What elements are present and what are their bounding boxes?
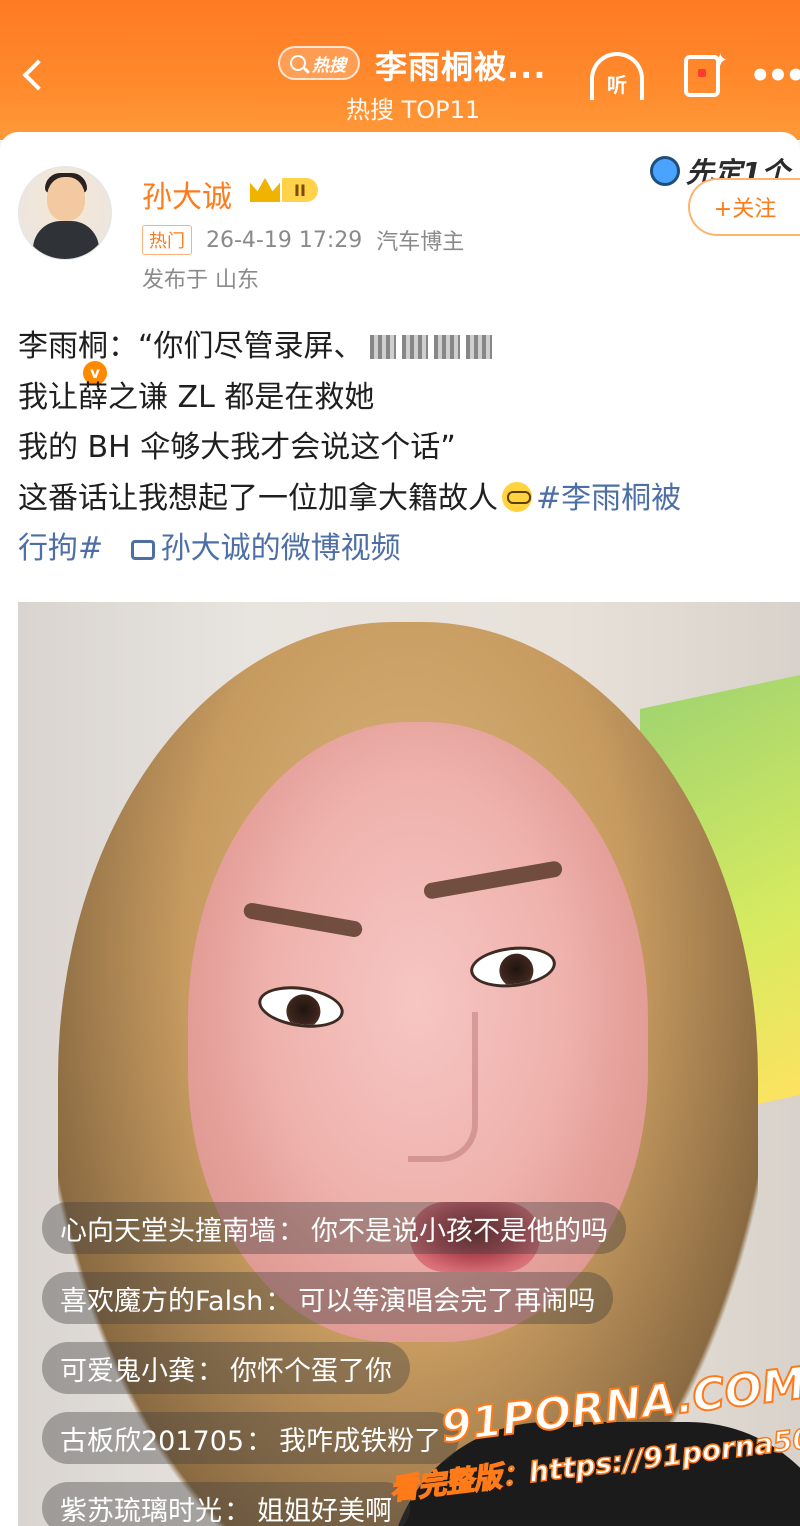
author-name[interactable]: 孙大诚 [142,172,232,216]
sparkle-icon: ✦ [712,50,728,71]
video-nose [408,1012,478,1162]
post-line-5: 行拘# 孙大诚的微博视频 [18,524,788,575]
level-badge: II [250,176,328,204]
live-comment: 喜欢魔方的Falsh：可以等演唱会完了再闹吗 [42,1272,614,1324]
comment-text: 可以等演唱会完了再闹吗 [298,1285,596,1317]
post-text: 李雨桐：“你们尽管录屏、 我让薛之谦 ZL 都是在救她 我的 BH 伞够大我才会… [18,322,788,575]
comment-colon: ： [278,1215,305,1247]
post-line-4: 这番话让我想起了一位加拿大籍故人 #李雨桐被 [18,480,682,516]
more-button[interactable]: ••• [749,48,800,104]
comment-text: 我咋成铁粉了 [279,1425,442,1457]
live-comment: 心向天堂头撞南墙：你不是说小孩不是他的吗 [42,1202,626,1254]
chevron-left-icon [22,59,54,91]
search-icon [290,55,306,71]
page-subtitle: 热搜 TOP11 [346,96,481,124]
post-time: 26-4-19 17:29 [206,227,363,253]
page-title: 李雨桐被... [375,48,547,86]
comment-text: 你不是说小孩不是他的吗 [311,1215,608,1247]
live-comment: 古板欣201705：我咋成铁粉了 [42,1412,460,1464]
post-location: 发布于 山东 [142,268,259,293]
listen-button[interactable]: 听 [586,48,648,104]
dumbbell-icon [650,156,680,186]
top-bar: 热搜 李雨桐被... 热搜 TOP11 听 ✦ ••• [0,0,800,140]
crown-icon [250,178,280,202]
comment-user: 喜欢魔方的Falsh [60,1285,264,1317]
post-meta: 热门 26-4-19 17:29 汽车博主 [142,224,464,256]
avatar[interactable] [18,166,112,260]
hashtag-link[interactable]: #李雨桐被 [536,481,681,516]
more-dots-icon: ••• [749,56,800,96]
hot-search-pill: 热搜 [278,46,360,80]
post-line-2: 我让薛之谦 ZL 都是在救她 [18,379,375,415]
comment-colon: ： [265,1285,293,1317]
mosaic-icon [433,335,460,359]
comment-user: 古板欣201705 [60,1425,245,1457]
video-link-label: 孙大诚的微博视频 [160,531,401,566]
hot-search-pill-label: 热搜 [312,55,346,76]
video-icon [130,540,155,560]
follow-button[interactable]: +关注 [688,178,800,236]
mosaic-icon [369,335,396,359]
back-button[interactable] [12,50,56,100]
comment-colon: ： [246,1425,274,1457]
mosaic-icon [401,335,428,359]
avatar-face [47,177,85,221]
gift-button[interactable]: ✦ [672,48,732,104]
comment-colon: ： [224,1495,251,1526]
hot-tag: 热门 [142,225,192,255]
author-category: 汽车博主 [376,230,465,255]
post-card: v 孙大诚 II 热门 26-4-19 17:29 汽车博主 发布于 山东 先定… [0,132,800,1526]
video-link[interactable]: 孙大诚的微博视频 [130,531,401,566]
comment-user: 可爱鬼小龚 [60,1355,195,1387]
post-line-3: 我的 BH 伞够大我才会说这个话” [18,430,456,465]
live-comment: 可爱鬼小龚：你怀个蛋了你 [42,1342,410,1394]
live-comment: 紫苏琉璃时光：姐姐好美啊 [42,1482,410,1526]
mosaic-icon [465,335,492,359]
emoji-icon [502,481,532,512]
comment-user: 紫苏琉璃时光 [60,1495,222,1526]
comment-colon: ： [197,1355,224,1387]
comment-text: 姐姐好美啊 [257,1495,392,1526]
comment-user: 心向天堂头撞南墙 [60,1215,276,1247]
hashtag-link-cont[interactable]: 行拘# [18,531,103,566]
comment-text: 你怀个蛋了你 [230,1355,392,1387]
title-block[interactable]: 热搜 李雨桐被... 热搜 TOP11 [270,36,560,126]
avatar-body [33,221,99,259]
post-line-1: 李雨桐：“你们尽管录屏、 [18,322,788,373]
listen-label: 听 [607,72,627,97]
level-badge-label: II [282,178,318,202]
headphones-icon: 听 [590,52,644,100]
